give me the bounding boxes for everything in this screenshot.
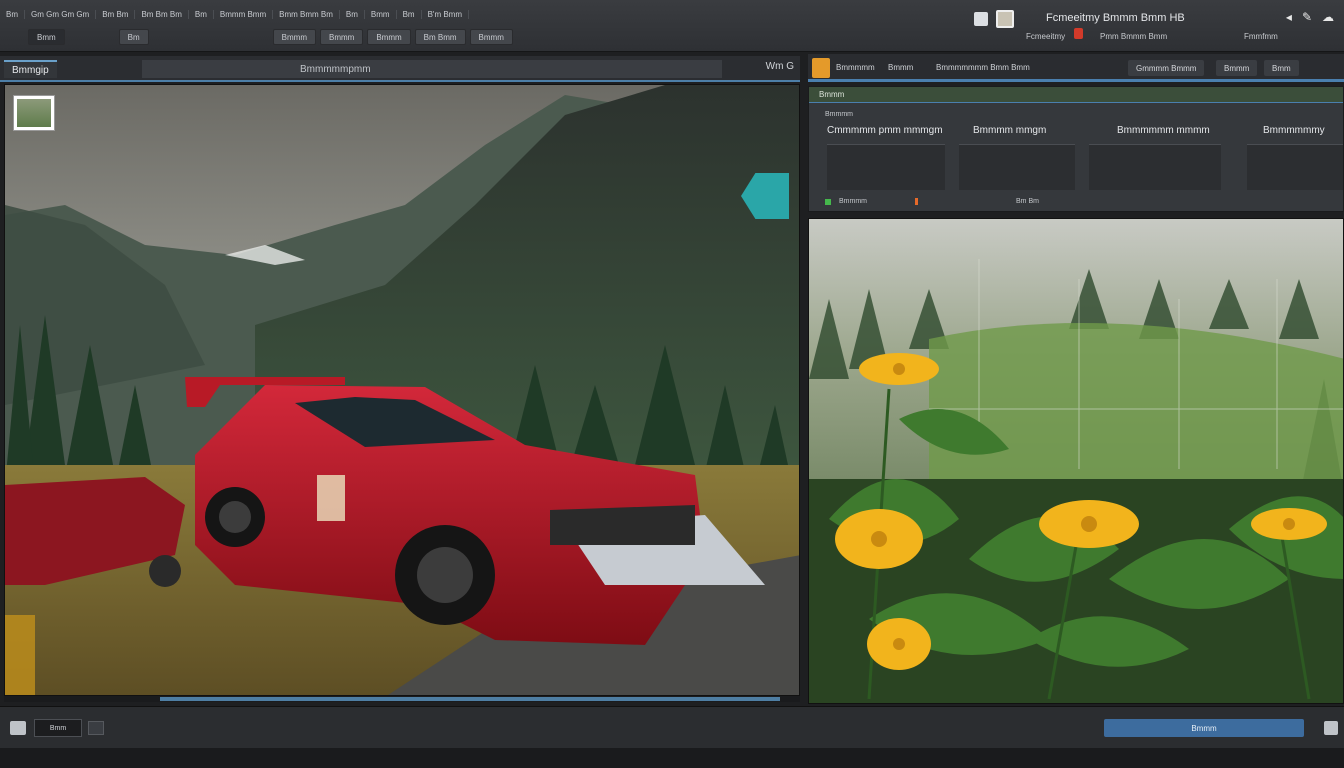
stat-title: Bmmmm mmgm (973, 125, 1047, 136)
panel-button[interactable]: Bmmm (1216, 60, 1258, 76)
document-tabs: Bmmgip Bmmmmmpmm Wm G (0, 56, 800, 82)
car-photo (5, 85, 799, 695)
monitor-icon[interactable] (974, 12, 988, 26)
tab-document[interactable]: Bmmgip (4, 60, 57, 78)
export-button[interactable]: Bmmm (1104, 719, 1304, 737)
user-icon[interactable]: ☁ (1322, 10, 1334, 24)
sub-label: Fcmeeitmy (1026, 32, 1066, 41)
status-green-icon (825, 198, 831, 205)
top-toolbar: Bm Gm Gm Gm Gm Bm Bm Bm Bm Bm Bm Bmmm Bm… (0, 0, 1344, 52)
stat-card[interactable]: Bmmmmmm mmmm (1089, 125, 1221, 190)
main-canvas[interactable] (4, 84, 800, 696)
stat-title: Bmmmmmmy (1263, 125, 1325, 136)
menu-item[interactable]: Bmmm Bmm (214, 9, 274, 19)
layer-thumbnail[interactable] (13, 95, 55, 131)
footer-label: Bm Bm (1016, 198, 1039, 205)
horizontal-scrollbar[interactable] (4, 696, 800, 702)
tool-row: Bmm Bm Bmmm Bmmm Bmmm Bm Bmm Bmmm (0, 28, 710, 46)
photo-editor-app: Bm Gm Gm Gm Gm Bm Bm Bm Bm Bm Bm Bmmm Bm… (0, 0, 1344, 768)
panel-button[interactable]: Gmmmm Bmmm (1128, 60, 1205, 76)
status-bar: Bmm Bmmm (0, 706, 1344, 748)
panel-badge-icon (812, 58, 830, 78)
sub-label: Fmmfmm (1244, 32, 1278, 41)
stat-title: Bmmmmmm mmmm (1117, 125, 1210, 136)
pin-icon[interactable]: ✎ (1302, 10, 1312, 24)
menu-item[interactable]: Bm (189, 9, 214, 19)
tab-label: Bmmgip (12, 64, 49, 76)
layers-icon[interactable] (10, 721, 26, 735)
stats-label: Bmmmm (825, 111, 853, 118)
panel-header: Bmmmmm Bmmm Bmmmmmmm Bmm Bmm Gmmmm Bmmm … (808, 54, 1344, 82)
stat-card[interactable]: Bmmmm mmgm (959, 125, 1075, 190)
menu-item[interactable]: Bmm Bmm Bm (273, 9, 340, 19)
stat-box (1247, 144, 1343, 190)
tag-icon[interactable]: ◂ (1286, 10, 1292, 24)
toolbar-button[interactable]: Bmmm (272, 29, 316, 45)
scrollbar-thumb[interactable] (160, 697, 780, 701)
status-orange-icon (915, 198, 918, 205)
app-title: Fcmeeitmy Bmmm Bmm HB (1046, 12, 1185, 24)
panel-label: Bmmmmm (836, 63, 875, 72)
menu-item[interactable]: Gm Gm Gm Gm (25, 9, 97, 19)
fit-icon[interactable] (88, 721, 104, 735)
stats-header: Bmmm (809, 87, 1343, 103)
tab-secondary[interactable]: Bmmmmmpmm (142, 60, 722, 78)
preview-canvas[interactable] (808, 218, 1344, 704)
toolbar-button[interactable]: Bmmm (469, 29, 513, 45)
bottom-strip (0, 748, 1344, 768)
menu-item[interactable]: Bm (0, 9, 25, 19)
toolbar-button[interactable]: Bmmm (320, 29, 364, 45)
stat-card[interactable]: Cmmmmm pmm mmmgm (827, 125, 945, 190)
menu-item[interactable]: Bm (397, 9, 422, 19)
title-area: Fcmeeitmy Bmmm Bmm HB Fcmeeitmy Pmm Bmmm… (964, 0, 1344, 52)
panel-label: Bmmm (888, 63, 914, 72)
stat-box (827, 144, 945, 190)
stat-card[interactable]: Bmmmmmmy (1247, 125, 1343, 190)
thumbnail-image (17, 99, 51, 127)
zoom-field[interactable]: Bmm (34, 719, 82, 737)
toolbar-button[interactable]: Bm Bmm (414, 29, 466, 45)
panel-label: Bmmmmmmm Bmm Bmm (936, 63, 1030, 72)
settings-icon[interactable] (1324, 721, 1338, 735)
stat-title: Cmmmmm pmm mmmgm (827, 125, 943, 136)
stat-box (1089, 144, 1221, 190)
menu-item[interactable]: B'm Bmm (422, 9, 469, 19)
app-logo-icon (996, 10, 1014, 28)
zoom-readout[interactable]: Wm G (766, 61, 794, 72)
menu-item[interactable]: Bm (340, 9, 365, 19)
stat-box (959, 144, 1075, 190)
menu-item[interactable]: Bm Bm Bm (135, 9, 189, 19)
stats-footer: Bmmmm Bm Bm (825, 198, 1039, 205)
sub-label: Pmm Bmmm Bmm (1100, 32, 1168, 41)
menu-item[interactable]: Bmm (365, 9, 397, 19)
stats-panel: Bmmm Bmmmm Cmmmmm pmm mmmgm Bmmmm mmgm B… (808, 86, 1344, 212)
menu-bar: Bm Gm Gm Gm Gm Bm Bm Bm Bm Bm Bm Bmmm Bm… (0, 4, 710, 24)
flower-photo (809, 219, 1343, 703)
toolbar-button[interactable]: Bm (118, 29, 149, 45)
toolbar-button[interactable]: Bmm (28, 29, 65, 45)
menu-item[interactable]: Bm Bm (96, 9, 136, 19)
panel-button[interactable]: Bmm (1264, 60, 1299, 76)
footer-label: Bmmmm (839, 198, 867, 205)
tab-label: Bmmmmmpmm (300, 63, 371, 75)
alert-icon[interactable] (1074, 28, 1083, 39)
toolbar-button[interactable]: Bmmm (367, 29, 411, 45)
